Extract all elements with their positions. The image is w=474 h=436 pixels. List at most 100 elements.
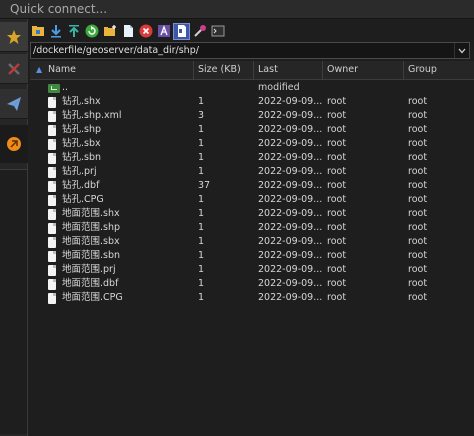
file-name: 钻孔.shx — [62, 96, 101, 107]
file-owner: root — [327, 138, 347, 149]
new-folder-icon — [103, 25, 116, 36]
file-row[interactable]: 地面范围.dbf 1 2022-09-09... root root — [30, 277, 474, 291]
file-name: 地面范围.shp — [62, 222, 121, 233]
file-owner: root — [327, 250, 347, 261]
file-row[interactable]: 钻孔.shp.xml 3 2022-09-09... root root — [30, 109, 474, 123]
file-owner: root — [327, 278, 347, 289]
sidebar-panel — [0, 169, 27, 434]
file-size: 1 — [198, 152, 205, 163]
properties-button[interactable] — [192, 24, 207, 39]
terminal-icon — [211, 25, 224, 37]
properties-icon — [193, 25, 206, 37]
file-name: 地面范围.prj — [62, 264, 116, 275]
text-mode-button[interactable] — [156, 24, 171, 39]
parent-directory-row[interactable]: .. — [30, 81, 474, 95]
file-size: 1 — [198, 250, 205, 261]
column-name[interactable]: ▲ Name — [30, 61, 194, 79]
file-row[interactable]: 钻孔.prj 1 2022-09-09... root root — [30, 165, 474, 179]
file-size: 1 — [198, 96, 205, 107]
file-size: 1 — [198, 166, 205, 177]
file-size: 1 — [198, 194, 205, 205]
parent-folder-icon — [48, 83, 60, 93]
file-icon-cell — [48, 151, 60, 165]
file-row[interactable]: 地面范围.shp 1 2022-09-09... root root — [30, 221, 474, 235]
macro-button[interactable] — [0, 125, 28, 163]
file-name: 地面范围.sbx — [62, 236, 120, 247]
file-size: 1 — [198, 292, 205, 303]
download-button[interactable] — [48, 24, 63, 39]
new-folder-button[interactable] — [102, 24, 117, 39]
file-list: .. 钻孔.shx 1 2022-09-09... root root 钻孔.shp.xml… — [30, 81, 474, 305]
chevron-down-icon — [458, 48, 466, 53]
remote-path-input[interactable] — [33, 43, 453, 58]
column-size[interactable]: Size (KB) — [194, 61, 254, 79]
file-row[interactable]: 钻孔.sbn 1 2022-09-09... root root — [30, 151, 474, 165]
file-row[interactable]: 钻孔.dbf 37 2022-09-09... root root — [30, 179, 474, 193]
send-icon — [7, 96, 21, 111]
delete-button[interactable] — [138, 24, 153, 39]
column-group[interactable]: Group — [404, 61, 474, 79]
file-owner: root — [327, 194, 347, 205]
upload-button[interactable] — [66, 24, 81, 39]
new-file-button[interactable] — [120, 24, 135, 39]
file-group: root — [408, 194, 428, 205]
refresh-button[interactable] — [84, 24, 99, 39]
file-row[interactable]: 地面范围.sbn 1 2022-09-09... root root — [30, 249, 474, 263]
download-icon — [50, 25, 61, 38]
file-owner: root — [327, 208, 347, 219]
file-icon-cell — [48, 165, 60, 179]
path-dropdown-button[interactable] — [454, 43, 469, 58]
bookmarks-button[interactable] — [0, 22, 28, 52]
file-row[interactable]: 钻孔.shp 1 2022-09-09... root root — [30, 123, 474, 137]
file-modified — [258, 81, 323, 95]
file-icon-cell — [48, 263, 60, 277]
file-owner: root — [327, 236, 347, 247]
file-icon-cell — [48, 235, 60, 249]
file-row[interactable]: 钻孔.CPG 1 2022-09-09... root root — [30, 193, 474, 207]
terminal-button[interactable] — [210, 24, 225, 39]
file-owner — [327, 81, 404, 95]
file-icon — [48, 222, 56, 234]
file-row[interactable]: 钻孔.sbx 1 2022-09-09... root root — [30, 137, 474, 151]
file-icon-cell — [48, 109, 60, 123]
open-folder-button[interactable] — [30, 24, 45, 39]
file-owner: root — [327, 180, 347, 191]
file-group: root — [408, 138, 428, 149]
file-name: 地面范围.dbf — [62, 278, 119, 289]
file-icon — [48, 208, 56, 220]
file-icon — [48, 264, 56, 276]
file-size: 3 — [198, 110, 205, 121]
file-owner: root — [327, 222, 347, 233]
show-hidden-icon — [177, 25, 186, 37]
file-icon-cell — [48, 137, 60, 151]
file-name: 钻孔.dbf — [62, 180, 100, 191]
file-row[interactable]: 地面范围.shx 1 2022-09-09... root root — [30, 207, 474, 221]
file-row[interactable]: 地面范围.sbx 1 2022-09-09... root root — [30, 235, 474, 249]
column-modified[interactable]: Last modified — [254, 61, 323, 93]
file-row[interactable]: 地面范围.prj 1 2022-09-09... root root — [30, 263, 474, 277]
file-icon — [48, 166, 56, 178]
file-group: root — [408, 180, 428, 191]
file-modified: 2022-09-09... — [258, 110, 323, 121]
file-group: root — [408, 152, 428, 163]
send-button[interactable] — [0, 89, 28, 119]
file-name: 地面范围.sbn — [62, 250, 121, 261]
sftp-tools-icon — [8, 62, 20, 75]
quick-connect-bar — [0, 0, 474, 19]
show-hidden-button[interactable] — [173, 22, 190, 40]
file-icon-cell — [48, 81, 60, 95]
file-icon — [48, 152, 56, 164]
column-owner[interactable]: Owner — [323, 61, 404, 79]
file-group: root — [408, 124, 428, 135]
macro-icon — [7, 136, 21, 151]
file-name: 地面范围.shx — [62, 208, 120, 219]
file-icon-cell — [48, 277, 60, 291]
file-row[interactable]: 地面范围.CPG 1 2022-09-09... root root — [30, 291, 474, 305]
file-icon — [48, 250, 56, 262]
file-modified: 2022-09-09... — [258, 194, 323, 205]
file-icon-cell — [48, 193, 60, 207]
file-icon — [48, 96, 56, 108]
sftp-tools-button[interactable] — [0, 54, 28, 84]
quick-connect-input[interactable] — [4, 0, 474, 18]
file-row[interactable]: 钻孔.shx 1 2022-09-09... root root — [30, 95, 474, 109]
